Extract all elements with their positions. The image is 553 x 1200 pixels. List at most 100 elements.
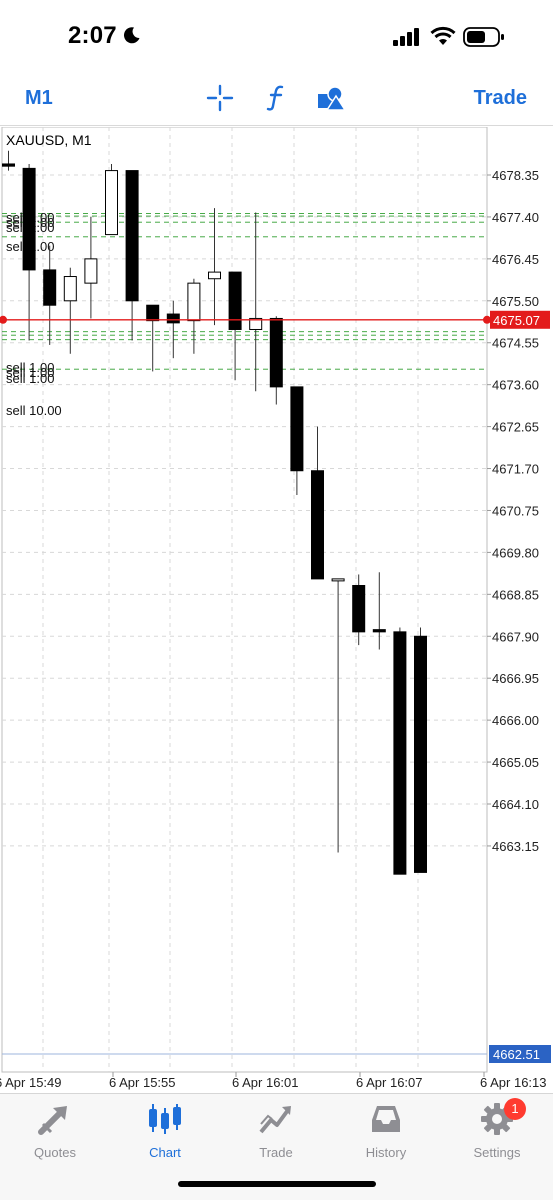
tab-label: Settings — [473, 1145, 521, 1160]
tab-settings[interactable]: 1 Settings — [442, 1098, 552, 1166]
price-tick-label: 4677.40 — [492, 210, 539, 225]
candle — [166, 300, 180, 359]
candle-body — [2, 163, 15, 167]
current-price-dot-left — [0, 315, 7, 324]
price-tick-label: 4673.60 — [492, 378, 539, 393]
price-tick-label: 4666.95 — [492, 671, 539, 686]
candle — [290, 386, 304, 496]
candle-body — [228, 271, 242, 330]
candle-body — [290, 386, 304, 472]
tab-quotes[interactable]: Quotes — [0, 1102, 110, 1166]
candle-body — [125, 170, 139, 302]
time-tick-label: 6 Apr 15:55 — [109, 1075, 176, 1090]
price-tick-label: 4678.35 — [492, 168, 539, 183]
home-indicator — [178, 1181, 376, 1187]
plot-frame — [1, 127, 488, 1073]
candle-body — [269, 317, 283, 388]
candle — [352, 574, 366, 646]
price-tick-label: 4669.80 — [492, 545, 539, 560]
tab-history[interactable]: History — [331, 1102, 441, 1166]
candle-body — [372, 629, 386, 633]
quotes-icon — [38, 1106, 67, 1135]
price-tick-label: 4668.85 — [492, 587, 539, 602]
tab-chart[interactable]: Chart — [110, 1102, 220, 1166]
price-tick-label: 4665.05 — [492, 755, 539, 770]
candle — [414, 627, 427, 873]
chart-icon — [149, 1104, 181, 1134]
candle-body — [166, 313, 180, 324]
candle-body — [311, 470, 324, 580]
cellular-signal-icon — [393, 28, 419, 46]
order-label: sell 10.00 — [6, 403, 62, 418]
tab-label: History — [365, 1145, 407, 1160]
candle — [208, 208, 221, 326]
candle — [22, 163, 36, 341]
candle — [228, 271, 242, 381]
candle — [372, 572, 386, 650]
candle — [125, 170, 139, 341]
candle-body — [146, 304, 160, 322]
time-tick-label: 6 Apr 16:13 — [480, 1075, 547, 1090]
current-price-dot-right — [483, 315, 491, 324]
candle-body — [414, 635, 427, 873]
time-tick-label: 6 Apr 16:01 — [232, 1075, 299, 1090]
current-price-label: 4675.07 — [493, 313, 540, 328]
candle-body — [84, 258, 98, 284]
time-tick-label: 6 Apr 16:07 — [356, 1075, 423, 1090]
candle — [43, 245, 57, 345]
candle-body — [187, 282, 201, 322]
timeframe-button[interactable]: M1 — [25, 87, 53, 110]
trade-button[interactable]: Trade — [474, 87, 527, 110]
price-tick-label: 4676.45 — [492, 252, 539, 267]
chart-toolbar: M1 Trade — [0, 70, 553, 126]
symbol-label: XAUUSD, M1 — [6, 132, 92, 148]
last-price-label: 4662.51 — [493, 1047, 540, 1062]
order-label: sell 1.00 — [6, 371, 54, 386]
price-tick-label: 4672.65 — [492, 420, 539, 435]
battery-icon — [463, 27, 504, 47]
candle — [311, 426, 324, 580]
chart-canvas[interactable]: 4678.35 4677.40 4676.45 4675.50 4674.55 4673.… — [0, 127, 553, 1092]
price-tick-label: 4674.55 — [492, 336, 539, 351]
candle-body — [22, 167, 36, 271]
candle — [393, 627, 407, 875]
moon-icon — [123, 27, 140, 44]
price-tick-label: 4663.15 — [492, 839, 539, 854]
candle — [146, 304, 160, 372]
trade-icon — [259, 1106, 291, 1134]
notification-badge: 1 — [504, 1098, 526, 1120]
tab-label: Quotes — [34, 1145, 76, 1160]
candle — [331, 578, 345, 853]
tab-label: Chart — [149, 1145, 181, 1160]
price-chart[interactable]: 4678.35 4677.40 4676.45 4675.50 4674.55 4673.… — [0, 127, 553, 1092]
price-tick-label: 4666.00 — [492, 713, 539, 728]
time-tick-label: 6 Apr 15:49 — [0, 1075, 62, 1090]
price-tick-label: 4671.70 — [492, 462, 539, 477]
indicators-icon[interactable] — [262, 84, 290, 112]
price-tick-label: 4675.50 — [492, 294, 539, 309]
price-tick-label: 4667.90 — [492, 629, 539, 644]
candle-body — [393, 631, 407, 875]
price-tick-label: 4664.10 — [492, 797, 539, 812]
candle — [84, 216, 98, 319]
tab-label: Trade — [259, 1145, 293, 1160]
price-tick-label: 4670.75 — [492, 503, 539, 518]
candle — [105, 163, 118, 236]
candle — [249, 212, 263, 392]
candle — [63, 267, 77, 354]
candle-body — [43, 269, 57, 306]
candle-body — [352, 585, 366, 633]
wifi-icon — [430, 26, 456, 45]
objects-icon[interactable] — [317, 84, 347, 112]
candle-body — [105, 170, 118, 236]
tab-trade[interactable]: Trade — [221, 1102, 331, 1166]
crosshair-icon[interactable] — [206, 84, 234, 112]
candle — [269, 316, 283, 405]
candle-body — [331, 578, 345, 582]
status-time: 2:07 — [68, 22, 117, 49]
candle-body — [63, 276, 77, 302]
status-bar: 2:07 — [0, 0, 553, 70]
candle — [2, 150, 15, 171]
candle-body — [208, 271, 221, 280]
history-icon — [372, 1106, 400, 1132]
